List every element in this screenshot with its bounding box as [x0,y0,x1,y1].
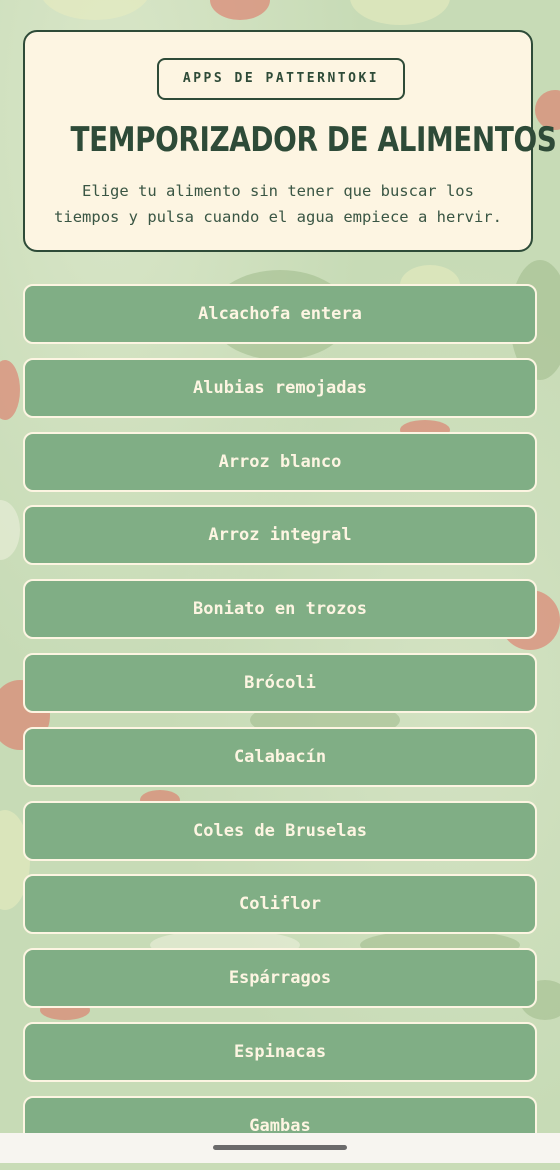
food-button-boniato-en-trozos[interactable]: Boniato en trozos [23,579,537,640]
page-subtitle: Elige tu alimento sin tener que buscar l… [54,182,502,226]
home-indicator[interactable] [213,1145,347,1150]
food-button-arroz-integral[interactable]: Arroz integral [23,505,537,566]
page-title: TEMPORIZADOR DE ALIMENTOS [70,120,557,160]
food-button-coliflor[interactable]: Coliflor [23,874,537,935]
food-button-calabacin[interactable]: Calabacín [23,726,537,787]
food-button-alubias-remojadas[interactable]: Alubias remojadas [23,357,537,418]
food-list: Alcachofa entera Alubias remojadas Arroz… [23,284,537,1170]
header-card: APPS DE PATTERNTOKI TEMPORIZADOR DE ALIM… [23,30,557,252]
food-button-esparragos[interactable]: Espárragos [23,948,537,1009]
food-button-arroz-blanco[interactable]: Arroz blanco [23,431,537,492]
food-button-espinacas[interactable]: Espinacas [23,1021,537,1082]
system-navigation-bar [0,1133,560,1163]
food-button-alcachofa-entera[interactable]: Alcachofa entera [23,284,537,344]
apps-badge[interactable]: APPS DE PATTERNTOKI [157,58,405,100]
food-button-coles-de-bruselas[interactable]: Coles de Bruselas [23,800,537,861]
food-button-brocoli[interactable]: Brócoli [23,652,537,713]
